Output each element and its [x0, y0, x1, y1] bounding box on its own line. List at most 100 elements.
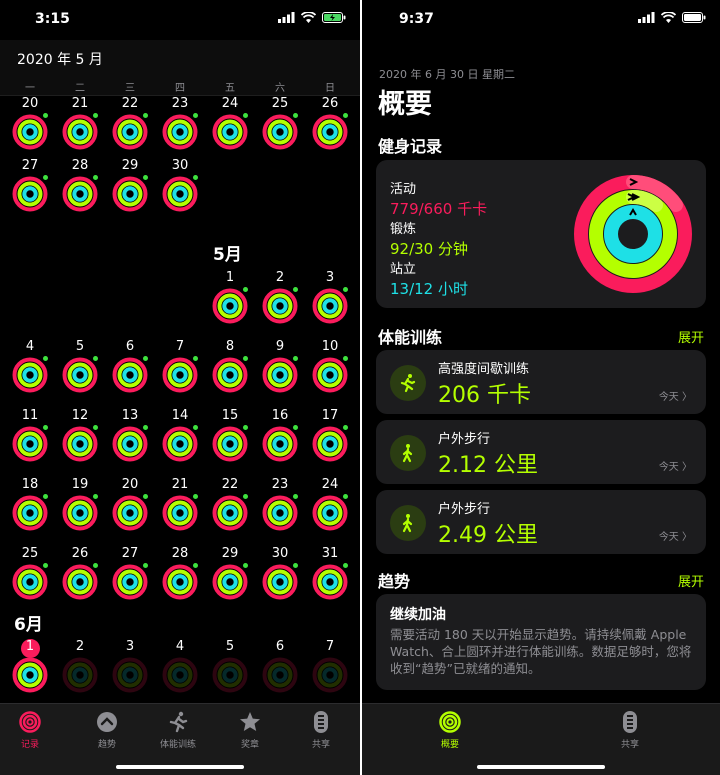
- calendar-day[interactable]: 1: [205, 270, 255, 330]
- day-number: 20: [21, 96, 39, 111]
- calendar-day[interactable]: 24: [205, 96, 255, 156]
- trends-section-title: 趋势: [378, 572, 411, 591]
- calendar-day[interactable]: 26: [55, 546, 105, 606]
- calendar-day[interactable]: 8: [205, 339, 255, 399]
- calendar-day[interactable]: 23: [155, 96, 205, 156]
- workout-dot: [43, 563, 48, 568]
- calendar-day[interactable]: 22: [205, 477, 255, 537]
- calendar-day[interactable]: 5: [205, 639, 255, 699]
- workout-dot: [143, 113, 148, 118]
- calendar-day[interactable]: 7: [305, 639, 355, 699]
- calendar-day[interactable]: 4: [155, 639, 205, 699]
- page-title: 概要: [378, 89, 432, 120]
- activity-ring-icon: [62, 114, 98, 150]
- workout-dot: [43, 113, 48, 118]
- calendar-day[interactable]: 2: [255, 270, 305, 330]
- trend-card[interactable]: 继续加油 需要活动 180 天以开始显示趋势。请持续佩戴 Apple Watch…: [376, 594, 706, 690]
- workout-card[interactable]: 户外步行 2.12 公里 今天 〉: [376, 420, 706, 484]
- wifi-icon: [301, 12, 316, 23]
- day-number: 23: [271, 477, 289, 492]
- calendar-day[interactable]: 18: [5, 477, 55, 537]
- calendar-day[interactable]: 28: [55, 158, 105, 218]
- calendar-day[interactable]: 7: [155, 339, 205, 399]
- tab-workouts[interactable]: 体能训练: [148, 710, 208, 750]
- tab-sharing[interactable]: 共享: [291, 710, 351, 750]
- calendar-day[interactable]: 31: [305, 546, 355, 606]
- calendar-day[interactable]: 29: [105, 158, 155, 218]
- calendar-day[interactable]: 21: [155, 477, 205, 537]
- calendar-day[interactable]: 30: [255, 546, 305, 606]
- activity-ring-icon: [12, 495, 48, 531]
- activity-ring-icon: [312, 657, 348, 693]
- weekday-label: 四: [175, 83, 185, 94]
- calendar-day[interactable]: 23: [255, 477, 305, 537]
- move-row: 活动 779/660 千卡: [390, 178, 487, 219]
- day-number: 20: [121, 477, 139, 492]
- calendar-day[interactable]: 13: [105, 408, 155, 468]
- calendar-day[interactable]: 2: [55, 639, 105, 699]
- stand-row: 站立 13/12 小时: [390, 258, 468, 299]
- calendar-day[interactable]: 5: [55, 339, 105, 399]
- calendar-day[interactable]: 15: [205, 408, 255, 468]
- calendar-day[interactable]: 24: [305, 477, 355, 537]
- activity-ring-icon: [312, 495, 348, 531]
- workout-dot: [43, 356, 48, 361]
- day-number: 4: [25, 339, 35, 354]
- tab-history[interactable]: 记录: [0, 710, 60, 750]
- trends-expand-link[interactable]: 展开: [678, 571, 704, 590]
- calendar-day[interactable]: 16: [255, 408, 305, 468]
- calendar-day[interactable]: 4: [5, 339, 55, 399]
- calendar-day[interactable]: 12: [55, 408, 105, 468]
- activity-ring-icon: [62, 564, 98, 600]
- workout-dot: [193, 175, 198, 180]
- calendar-day[interactable]: 25: [255, 96, 305, 156]
- calendar-day[interactable]: 11: [5, 408, 55, 468]
- calendar-day[interactable]: 6: [255, 639, 305, 699]
- activity-ring-icon: [212, 657, 248, 693]
- workout-name: 户外步行: [438, 432, 491, 447]
- calendar-day[interactable]: 3: [305, 270, 355, 330]
- calendar-day[interactable]: 6: [105, 339, 155, 399]
- calendar-day[interactable]: 25: [5, 546, 55, 606]
- month-label-may: 5月: [213, 245, 242, 265]
- move-label: 活动: [390, 182, 417, 197]
- calendar-day[interactable]: 29: [205, 546, 255, 606]
- calendar-day[interactable]: 20: [5, 96, 55, 156]
- activity-card[interactable]: 活动 779/660 千卡 锻炼 92/30 分钟 站立 13/12 小时: [376, 160, 706, 308]
- calendar-day[interactable]: 10: [305, 339, 355, 399]
- workout-card[interactable]: 高强度间歇训练 206 千卡 今天 〉: [376, 350, 706, 414]
- hiit-runner-icon: [390, 365, 426, 401]
- workouts-expand-link[interactable]: 展开: [678, 327, 704, 346]
- activity-ring-icon: [212, 564, 248, 600]
- calendar-day[interactable]: 17: [305, 408, 355, 468]
- activity-ring-icon: [262, 357, 298, 393]
- workout-dot: [93, 494, 98, 499]
- workout-card[interactable]: 户外步行 2.49 公里 今天 〉: [376, 490, 706, 554]
- workout-dot: [143, 356, 148, 361]
- tab-awards[interactable]: 奖章: [220, 710, 280, 750]
- calendar-day[interactable]: 19: [55, 477, 105, 537]
- calendar-day[interactable]: 20: [105, 477, 155, 537]
- calendar-day[interactable]: 26: [305, 96, 355, 156]
- activity-ring-icon: [212, 426, 248, 462]
- calendar-day[interactable]: 27: [105, 546, 155, 606]
- day-number: 11: [21, 408, 39, 423]
- calendar-day[interactable]: 27: [5, 158, 55, 218]
- tab-trends[interactable]: 趋势: [77, 710, 137, 750]
- calendar-day[interactable]: 9: [255, 339, 305, 399]
- calendar-day[interactable]: 3: [105, 639, 155, 699]
- workout-dot: [143, 175, 148, 180]
- runner-icon: [169, 711, 188, 733]
- calendar-day[interactable]: 28: [155, 546, 205, 606]
- calendar-day[interactable]: 30: [155, 158, 205, 218]
- tab-summary[interactable]: 概要: [420, 710, 480, 750]
- calendar-day[interactable]: 14: [155, 408, 205, 468]
- day-number: 16: [271, 408, 289, 423]
- activity-ring-icon: [62, 357, 98, 393]
- workout-dot: [243, 425, 248, 430]
- calendar-day[interactable]: 1: [5, 639, 55, 699]
- calendar-day[interactable]: 22: [105, 96, 155, 156]
- workout-date: 今天 〉: [658, 462, 692, 473]
- tab-sharing[interactable]: 共享: [600, 710, 660, 750]
- calendar-day[interactable]: 21: [55, 96, 105, 156]
